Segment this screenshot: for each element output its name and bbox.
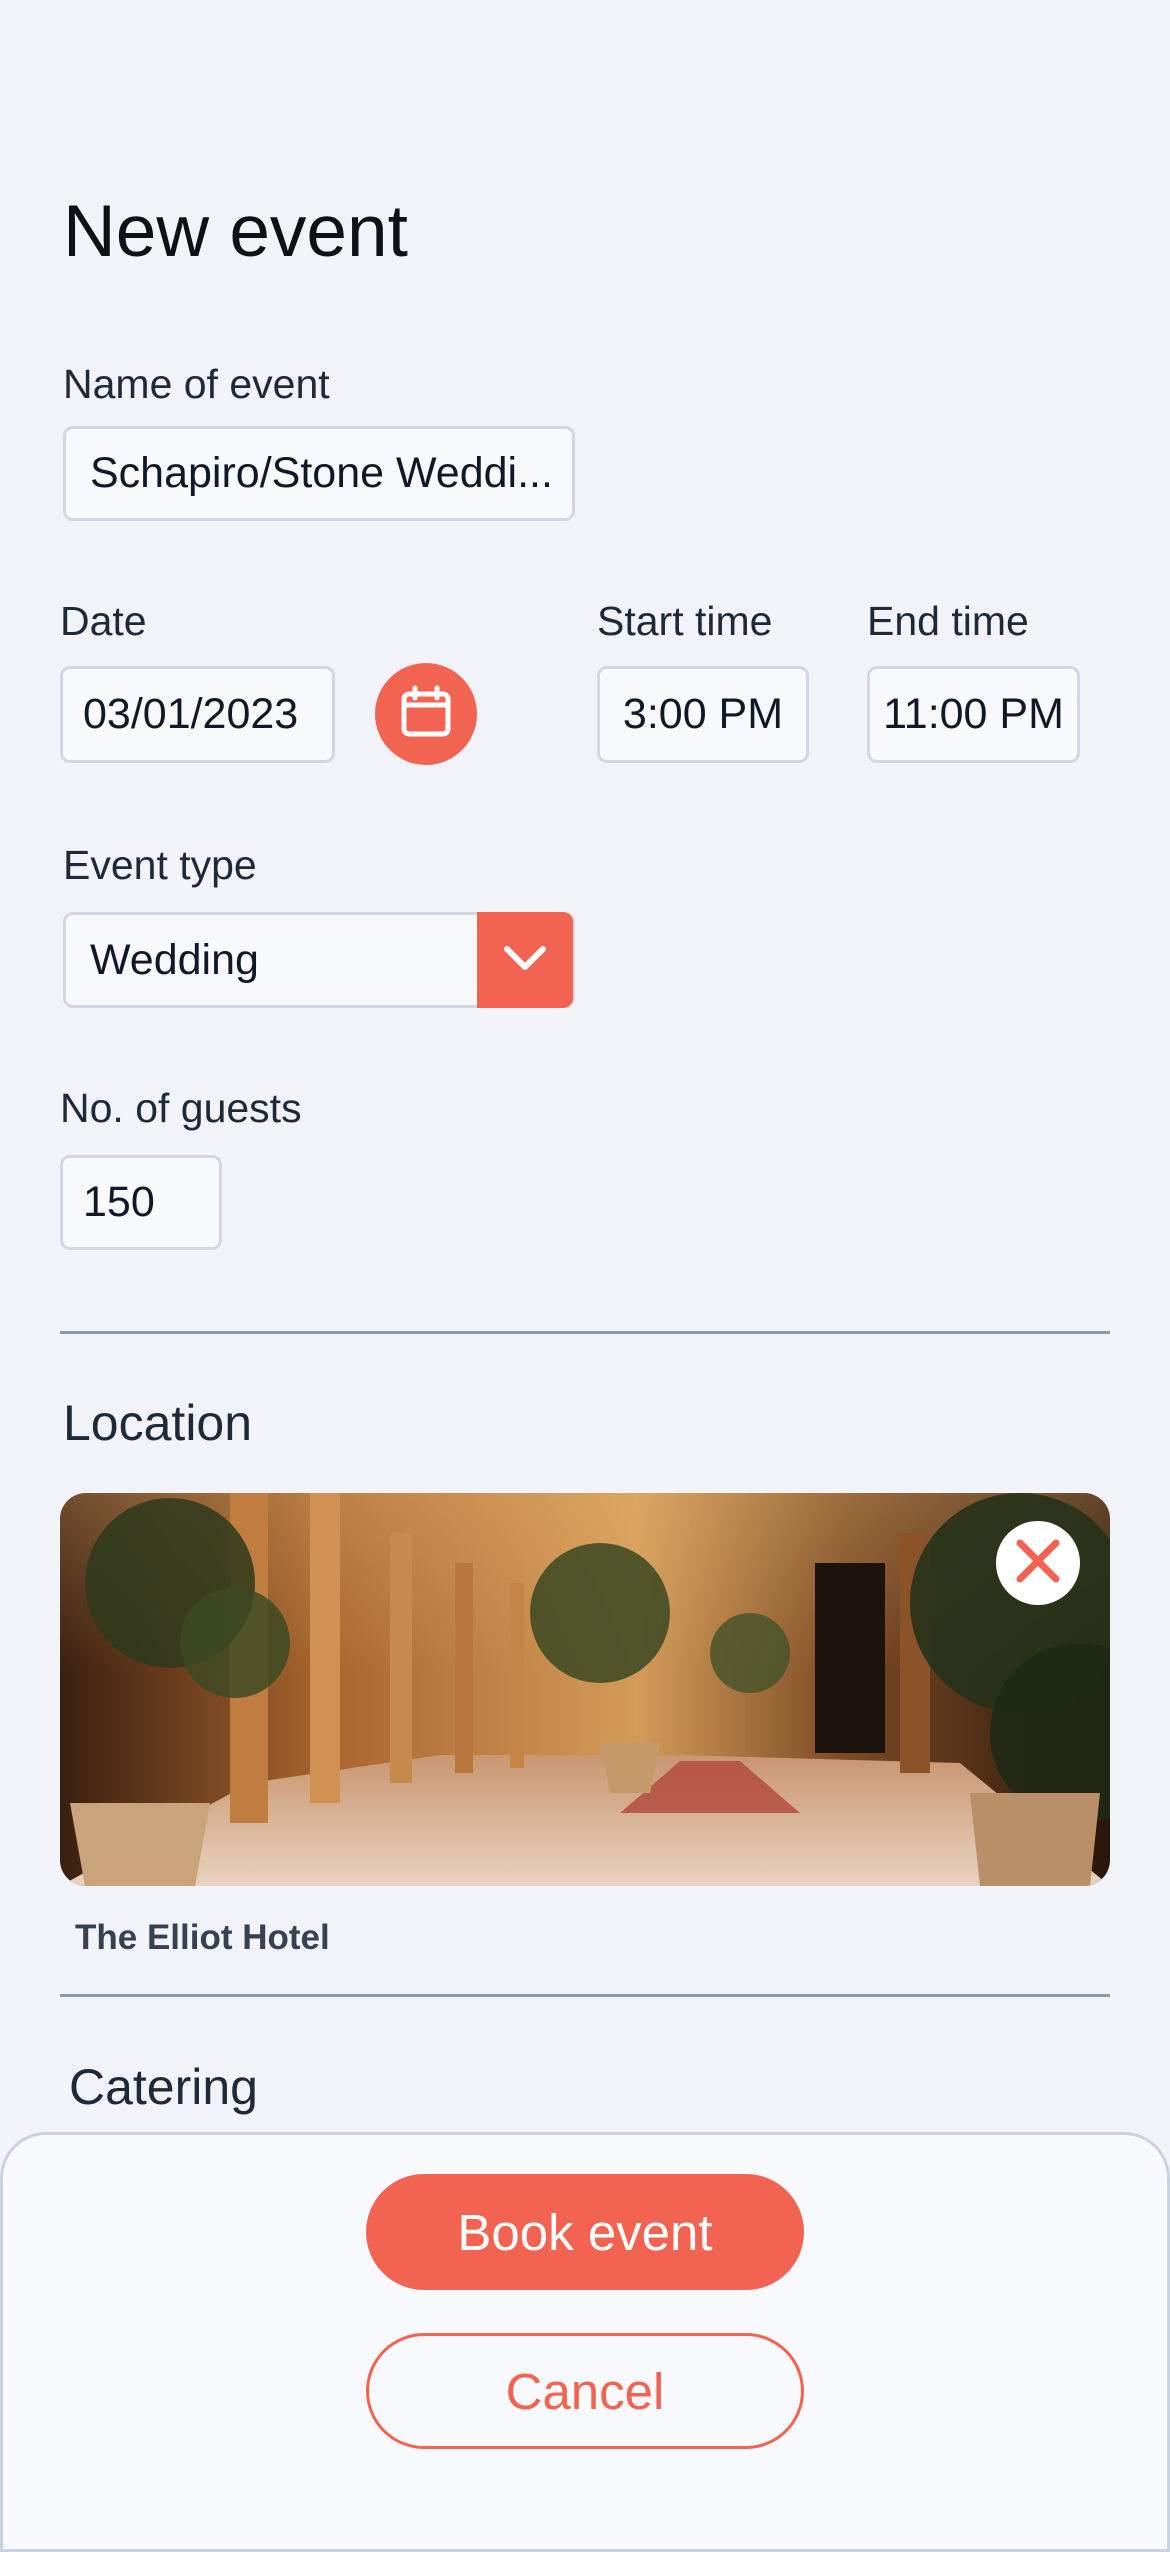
guests-value: 150: [83, 1178, 155, 1226]
event-name-field[interactable]: Schapiro/Stone Weddi...: [63, 426, 575, 521]
cancel-button[interactable]: Cancel: [366, 2333, 804, 2449]
start-time-value: 3:00 PM: [622, 690, 784, 738]
event-name-label: Name of event: [63, 361, 330, 407]
location-name: The Elliot Hotel: [75, 1918, 330, 1957]
event-type-dropdown-button[interactable]: [477, 912, 573, 1008]
date-label: Date: [60, 598, 147, 644]
calendar-icon: [399, 685, 453, 744]
close-icon: [1013, 1536, 1063, 1591]
location-section-title: Location: [63, 1395, 253, 1451]
event-name-value: Schapiro/Stone Weddi...: [90, 449, 553, 497]
chevron-down-icon: [502, 943, 548, 978]
remove-location-button[interactable]: [996, 1521, 1080, 1605]
event-type-value: Wedding: [90, 935, 259, 984]
end-time-label: End time: [867, 598, 1029, 644]
event-type-label: Event type: [63, 842, 257, 888]
section-divider: [60, 1994, 1110, 1997]
location-image: [60, 1493, 1110, 1886]
section-divider: [60, 1331, 1110, 1334]
date-picker-button[interactable]: [375, 663, 477, 765]
start-time-label: Start time: [597, 598, 773, 644]
start-time-field[interactable]: 3:00 PM: [597, 666, 809, 763]
end-time-field[interactable]: 11:00 PM: [867, 666, 1080, 763]
date-value: 03/01/2023: [83, 690, 299, 738]
book-event-button[interactable]: Book event: [366, 2174, 804, 2290]
guests-label: No. of guests: [60, 1085, 302, 1131]
catering-section-title: Catering: [69, 2059, 258, 2115]
page-title: New event: [63, 191, 408, 272]
guests-field[interactable]: 150: [60, 1155, 222, 1250]
end-time-value: 11:00 PM: [883, 690, 1064, 738]
date-field[interactable]: 03/01/2023: [60, 666, 335, 763]
